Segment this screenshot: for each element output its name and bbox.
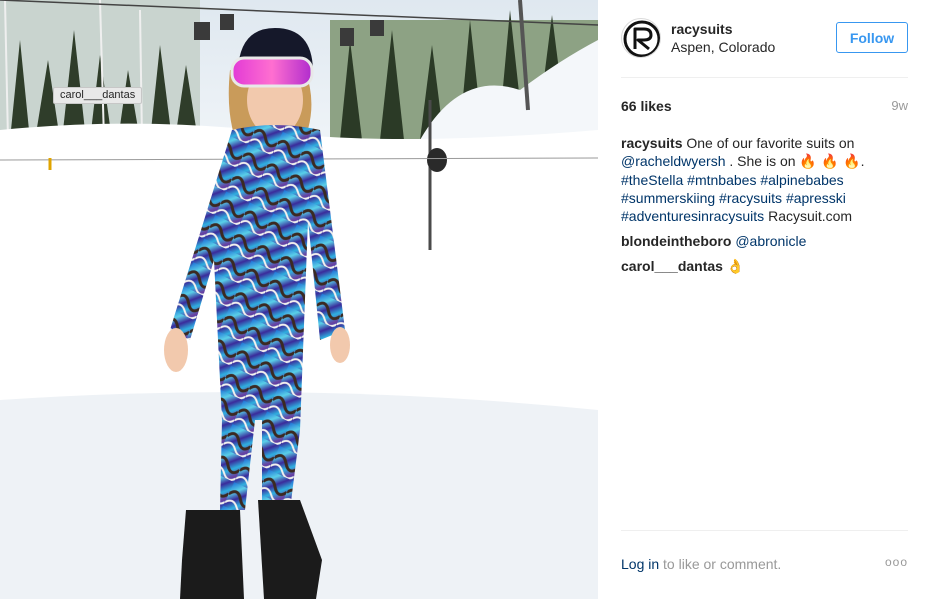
login-suffix: to like or comment. xyxy=(663,556,782,572)
caption-mention[interactable]: @racheldwyersh xyxy=(621,153,725,169)
post-username[interactable]: racysuits xyxy=(671,21,732,37)
post-header: racysuits Aspen, Colorado Follow xyxy=(621,18,908,62)
hashtag[interactable]: #racysuits xyxy=(719,190,782,206)
header-divider xyxy=(621,77,908,78)
racysuits-logo-icon xyxy=(623,20,660,57)
post-sidebar: racysuits Aspen, Colorado Follow 66 like… xyxy=(598,0,927,599)
comments-list: racysuits One of our favorite suits on @… xyxy=(621,134,883,283)
caption-username[interactable]: racysuits xyxy=(621,135,682,151)
comment: carol___dantas 👌 xyxy=(621,257,883,276)
caption-text-2: . She is on xyxy=(729,153,796,169)
hashtag[interactable]: #mtnbabes xyxy=(687,172,756,188)
comment: blondeintheboro @abronicle xyxy=(621,232,883,250)
comment-username[interactable]: blondeintheboro xyxy=(621,233,731,249)
hashtag[interactable]: #apresski xyxy=(786,190,846,206)
hashtag[interactable]: #adventuresinracysuits xyxy=(621,208,764,224)
login-link[interactable]: Log in xyxy=(621,556,659,572)
user-tag[interactable]: carol___dantas xyxy=(53,87,143,104)
hashtag[interactable]: #summerskiing xyxy=(621,190,715,206)
hashtag[interactable]: #theStella xyxy=(621,172,683,188)
more-options-icon[interactable]: ooo xyxy=(885,555,908,569)
follow-button[interactable]: Follow xyxy=(836,22,908,53)
hashtag[interactable]: #alpinebabes xyxy=(760,172,843,188)
caption: racysuits One of our favorite suits on @… xyxy=(621,134,883,225)
caption-site: Racysuit.com xyxy=(768,208,853,224)
login-prompt: Log in to like or comment. xyxy=(621,556,781,572)
ok-hand-emoji-icon: 👌 xyxy=(726,259,745,275)
avatar[interactable] xyxy=(621,18,661,58)
fire-emoji-icons: 🔥 🔥 🔥 xyxy=(799,154,861,170)
post-location[interactable]: Aspen, Colorado xyxy=(671,39,775,55)
footer-divider xyxy=(621,530,908,531)
post-age[interactable]: 9w xyxy=(891,98,908,113)
caption-text-3: . xyxy=(860,153,865,169)
comment-mention[interactable]: @abronicle xyxy=(735,233,806,249)
caption-text-1: One of our favorite suits on xyxy=(686,135,855,151)
comment-username[interactable]: carol___dantas xyxy=(621,258,723,274)
post-photo[interactable]: carol___dantas xyxy=(0,0,598,599)
likes-count[interactable]: 66 likes xyxy=(621,98,672,114)
